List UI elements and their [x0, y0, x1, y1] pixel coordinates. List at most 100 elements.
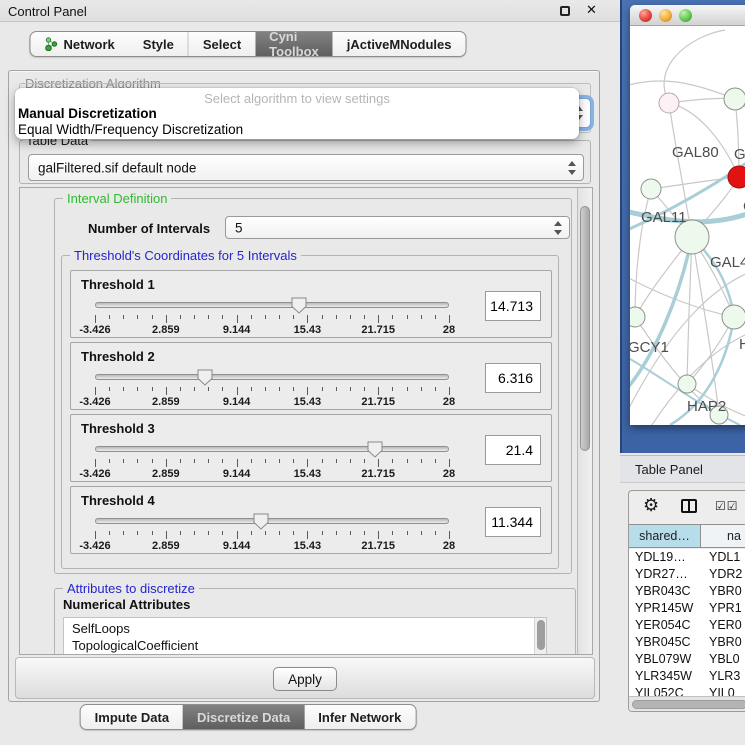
- threshold-2-value-input[interactable]: 6.316: [485, 363, 541, 393]
- slider-track[interactable]: [95, 446, 449, 452]
- table-data-value: galFiltered.sif default node: [38, 160, 196, 175]
- tab-network[interactable]: Network: [30, 32, 128, 56]
- scrollbar-thumb[interactable]: [537, 620, 545, 650]
- table-horizontal-scrollbar[interactable]: [629, 696, 745, 711]
- tab-label: Network: [63, 37, 114, 52]
- tab-jactivemnodules[interactable]: jActiveMNodules: [333, 32, 466, 56]
- table-row[interactable]: YDL19…YDL1: [629, 549, 745, 566]
- slider-ticks: [95, 387, 449, 395]
- threshold-4-value-input[interactable]: 11.344: [485, 507, 541, 537]
- thresholds-group-label: Threshold's Coordinates for 5 Intervals: [70, 248, 301, 263]
- cyni-mode-tabbar: Impute Data Discretize Data Infer Networ…: [80, 704, 417, 730]
- network-canvas[interactable]: GAL80 GA C GAL11 GAL4 GCY1 H HAP2: [630, 26, 745, 425]
- tab-impute-data[interactable]: Impute Data: [81, 705, 183, 729]
- threshold-2-slider[interactable]: -3.4262.8599.14415.4321.71528: [95, 369, 449, 407]
- threshold-1-slider[interactable]: -3.4262.8599.14415.4321.71528: [95, 297, 449, 335]
- table-panel-title: Table Panel: [635, 462, 703, 477]
- minimize-traffic-light-icon[interactable]: [659, 9, 672, 22]
- list-item[interactable]: SelfLoops: [64, 618, 546, 637]
- column-header-shared-name[interactable]: shared…: [629, 525, 701, 547]
- control-panel-window: Control Panel ✕ Network Style Select Cyn…: [0, 0, 620, 745]
- list-scrollbar[interactable]: [534, 618, 546, 655]
- tab-label: Impute Data: [95, 710, 169, 725]
- algorithm-dropdown-popup: Select algorithm to view settings Manual…: [15, 88, 579, 139]
- apply-bar: Apply: [15, 657, 595, 699]
- tab-label: Cyni Toolbox: [269, 31, 319, 57]
- column-header-name[interactable]: na: [701, 525, 745, 547]
- node-gcy1[interactable]: [630, 307, 645, 327]
- node-h[interactable]: [722, 305, 745, 329]
- network-icon: [44, 37, 58, 51]
- panel-title: Control Panel: [8, 4, 87, 19]
- threshold-3-value-input[interactable]: 21.4: [485, 435, 541, 465]
- table-rows: YDL19…YDL1 YDR27…YDR2 YBR043CYBR0 YPR145…: [629, 549, 745, 711]
- slider-track[interactable]: [95, 374, 449, 380]
- cyni-toolbox-panel: Discretization Algorithm Select algorith…: [8, 70, 600, 702]
- close-icon[interactable]: ✕: [586, 2, 597, 18]
- scrollbar-thumb[interactable]: [632, 700, 745, 709]
- slider-tick-labels: -3.4262.8599.14415.4321.71528: [95, 540, 449, 552]
- table-row[interactable]: YER054CYER0: [629, 617, 745, 634]
- slider-track[interactable]: [95, 518, 449, 524]
- slider-track[interactable]: [95, 302, 449, 308]
- node-label: GA: [734, 146, 745, 163]
- close-traffic-light-icon[interactable]: [639, 9, 652, 22]
- table-row[interactable]: YBL079WYBL0: [629, 651, 745, 668]
- select-columns-icon[interactable]: ☑☑: [715, 499, 739, 513]
- node-gal80[interactable]: [659, 93, 679, 113]
- slider-ticks: [95, 531, 449, 539]
- table-toolbar: ⚙ ☑☑: [629, 491, 745, 524]
- table-row[interactable]: YLR345WYLR3: [629, 668, 745, 685]
- slider-tick-labels: -3.4262.8599.14415.4321.71528: [95, 324, 449, 336]
- node-table: ⚙ ☑☑ shared… na YDL19…YDL1 YDR27…YDR2 YB…: [628, 490, 745, 712]
- table-panel-region: Table Panel ⚙ ☑☑ shared… na YDL19…YDL1 Y…: [620, 453, 745, 745]
- node-gal11[interactable]: [641, 179, 661, 199]
- slider-handle[interactable]: [367, 441, 383, 458]
- threshold-2-panel: Threshold 2 -3.4262.8599.14415.4321.7152…: [70, 342, 552, 410]
- algorithm-settings-panel: Interval Definition Number of Intervals …: [19, 187, 593, 655]
- list-item[interactable]: TopologicalCoefficient: [64, 637, 546, 654]
- tab-select[interactable]: Select: [189, 32, 255, 56]
- dropdown-option-manual[interactable]: Manual Discretization: [18, 106, 157, 121]
- node-hap2[interactable]: [678, 375, 696, 393]
- slider-handle[interactable]: [291, 297, 307, 314]
- zoom-traffic-light-icon[interactable]: [679, 9, 692, 22]
- columns-icon[interactable]: [681, 499, 697, 513]
- slider-handle[interactable]: [197, 369, 213, 386]
- dropdown-hint: Select algorithm to view settings: [15, 91, 579, 106]
- float-window-icon[interactable]: [560, 6, 570, 16]
- slider-tick-labels: -3.4262.8599.14415.4321.71528: [95, 468, 449, 480]
- network-view-window[interactable]: GAL80 GA C GAL11 GAL4 GCY1 H HAP2: [630, 5, 745, 425]
- tab-infer-network[interactable]: Infer Network: [304, 705, 415, 729]
- tab-label: Infer Network: [318, 710, 401, 725]
- apply-button[interactable]: Apply: [273, 667, 337, 691]
- dropdown-option-equal-width[interactable]: Equal Width/Frequency Discretization: [18, 122, 243, 137]
- table-row[interactable]: YBR043CYBR0: [629, 583, 745, 600]
- node-label: H: [739, 336, 745, 353]
- table-row[interactable]: YBR045CYBR0: [629, 634, 745, 651]
- node-red-selected[interactable]: [728, 166, 745, 188]
- network-desktop: GAL80 GA C GAL11 GAL4 GCY1 H HAP2: [620, 0, 745, 453]
- num-intervals-combobox[interactable]: 5: [225, 216, 570, 239]
- tab-discretize-data[interactable]: Discretize Data: [183, 705, 304, 729]
- tab-cyni-toolbox[interactable]: Cyni Toolbox: [255, 32, 333, 56]
- threshold-label: Threshold 3: [81, 421, 155, 436]
- settings-scrollbar[interactable]: [577, 188, 592, 654]
- table-row[interactable]: YDR27…YDR2: [629, 566, 745, 583]
- list-item[interactable]: BetweennessCentrality: [64, 654, 546, 655]
- threshold-3-panel: Threshold 3 -3.4262.8599.14415.4321.7152…: [70, 414, 552, 482]
- tab-style[interactable]: Style: [129, 32, 189, 56]
- control-panel-tabbar: Network Style Select Cyni Toolbox jActiv…: [29, 31, 466, 57]
- threshold-3-slider[interactable]: -3.4262.8599.14415.4321.71528: [95, 441, 449, 479]
- table-data-combobox[interactable]: galFiltered.sif default node: [28, 154, 584, 181]
- threshold-4-slider[interactable]: -3.4262.8599.14415.4321.71528: [95, 513, 449, 551]
- slider-tick-labels: -3.4262.8599.14415.4321.71528: [95, 396, 449, 408]
- slider-handle[interactable]: [253, 513, 269, 530]
- gear-icon[interactable]: ⚙: [643, 495, 659, 516]
- scrollbar-thumb[interactable]: [580, 206, 590, 451]
- num-intervals-value: 5: [235, 220, 243, 235]
- table-row[interactable]: YPR145WYPR1: [629, 600, 745, 617]
- threshold-1-value-input[interactable]: 14.713: [485, 291, 541, 321]
- node-ga[interactable]: [724, 88, 745, 110]
- table-data-group: galFiltered.sif default node: [19, 140, 591, 184]
